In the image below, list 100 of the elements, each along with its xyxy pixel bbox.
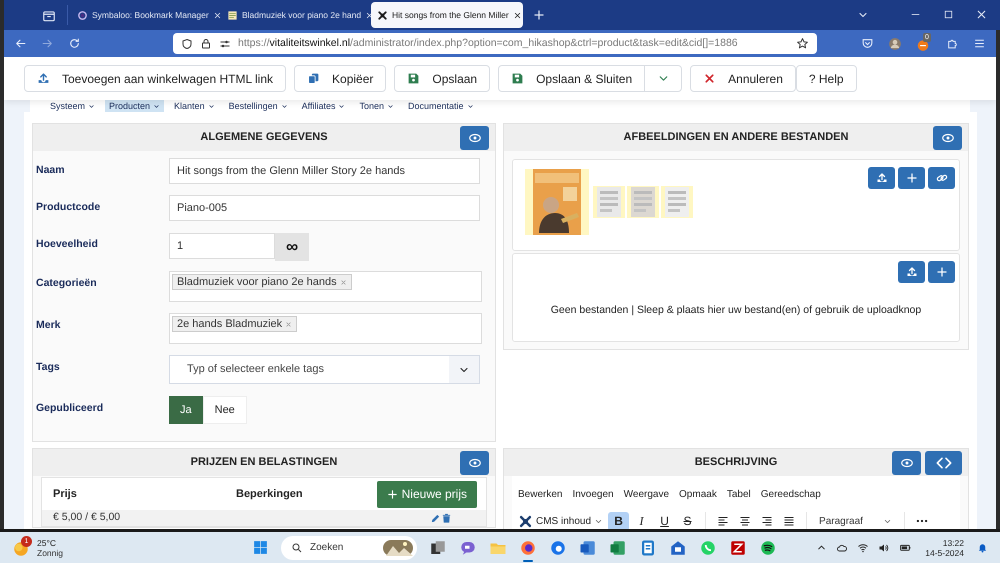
field-label: Merk (36, 318, 62, 333)
search-field[interactable]: Zoeken (281, 536, 417, 560)
toggle-option[interactable]: Nee (202, 396, 247, 424)
temperature-text: 25°C (37, 538, 57, 548)
plus-icon (906, 172, 918, 184)
add-button[interactable] (898, 167, 925, 189)
link-button[interactable] (928, 167, 955, 189)
menu-item[interactable]: Affiliates (298, 100, 350, 112)
remove-icon[interactable] (340, 278, 347, 286)
save-icon (407, 72, 420, 85)
toolbar-button[interactable]: Kopiëer (294, 65, 386, 92)
menu-item[interactable]: Systeem (46, 100, 100, 112)
remove-icon[interactable] (285, 320, 292, 328)
document-icon[interactable] (579, 538, 597, 556)
toggle-option[interactable]: Ja (169, 396, 203, 424)
toolbar-button[interactable]: Toevoegen aan winkelwagen HTML link (24, 65, 286, 92)
music-icon[interactable] (759, 538, 777, 556)
toolbar-button[interactable]: Annuleren (690, 65, 796, 92)
editor-menu-item[interactable]: Opmaak (679, 486, 717, 502)
reload-icon[interactable] (68, 37, 81, 50)
app-icon[interactable] (549, 538, 567, 556)
align-left-icon[interactable] (717, 515, 730, 527)
bookmark-star-icon[interactable] (796, 37, 809, 50)
eye-icon (468, 131, 482, 145)
toggle-view-button[interactable] (892, 451, 921, 475)
tablet-icon[interactable] (639, 538, 657, 556)
block-format-dropdown[interactable]: Paragraaf (813, 512, 898, 529)
tab-list-icon[interactable] (42, 9, 56, 23)
tags-select[interactable]: Typ of selecteer enkele tags (169, 355, 480, 384)
trash-icon[interactable] (441, 512, 452, 524)
menu-item[interactable]: Bestellingen (224, 100, 292, 112)
browser-tab[interactable]: Hit songs from the Glenn Miller (371, 2, 523, 28)
upload-icon (876, 172, 888, 184)
menu-icon[interactable] (973, 37, 986, 50)
file-drop-zone[interactable]: Geen bestanden | Sleep & plaats hier uw bestand(en) of gebruik de uploadknop (512, 253, 960, 342)
new-tab-icon[interactable] (533, 9, 545, 21)
avatar-icon[interactable] (888, 36, 902, 50)
cms-content-dropdown[interactable]: CMS inhoud (518, 514, 604, 528)
menu-item[interactable]: Klanten (170, 100, 219, 112)
notifications-icon[interactable] (977, 542, 988, 553)
format-button[interactable]: U (654, 512, 676, 529)
spreadsheet-icon[interactable] (609, 538, 627, 556)
format-button[interactable]: S (677, 512, 698, 529)
format-button[interactable]: I (631, 512, 652, 529)
caret-icon (208, 102, 215, 110)
clock-time: 13:22 (942, 538, 964, 548)
tag-input[interactable]: Bladmuziek voor piano 2e hands (169, 271, 482, 302)
input-field[interactable]: Piano-005 (169, 195, 480, 221)
field-label: Tags (36, 360, 61, 375)
upload-button[interactable] (898, 261, 925, 283)
align-right-icon[interactable] (761, 515, 774, 527)
upload-button[interactable] (868, 167, 895, 189)
file-transfer-icon[interactable] (729, 538, 747, 556)
input-field[interactable]: 1 (169, 233, 275, 259)
wifi-icon[interactable] (857, 542, 870, 554)
panel-title: ALGEMENE GEGEVENS (200, 130, 328, 146)
toggle-view-button[interactable] (460, 126, 489, 150)
close-icon[interactable] (212, 10, 222, 20)
menu-item[interactable]: Producten (105, 100, 164, 112)
volume-icon[interactable] (878, 542, 890, 554)
browser-icon[interactable] (519, 538, 537, 556)
editor-menu-item[interactable]: Tabel (726, 486, 751, 502)
back-icon[interactable] (14, 37, 27, 50)
address-bar[interactable]: https://vitaliteitswinkel.nl/administrator/index.php?option=com_hikashop&ctrl=product&task=edit&cid[]=1886 (173, 33, 817, 54)
align-center-icon[interactable] (739, 515, 752, 527)
lock-icon[interactable] (200, 38, 212, 50)
editor-menu-item[interactable]: Bewerken (518, 486, 562, 502)
format-button[interactable]: B (608, 512, 630, 529)
editor-menu-item[interactable]: Gereedschap (760, 486, 821, 502)
editor-menu-item[interactable]: Weergave (624, 486, 670, 502)
toolbar-button[interactable]: ? Help (796, 65, 857, 92)
close-icon[interactable] (512, 10, 522, 20)
toggle-view-button[interactable] (460, 451, 489, 475)
caret-icon (153, 102, 160, 110)
justify-icon[interactable] (783, 515, 796, 527)
unlimited-button[interactable]: ∞ (275, 233, 309, 261)
editor-menu-item[interactable]: Invoegen (572, 486, 614, 502)
pocket-icon[interactable] (861, 37, 874, 50)
url-text: https://vitaliteitswinkel.nl/administrator/index.php?option=com_hikashop&ctrl=product&task=edit&cid[]=1886 (238, 36, 739, 51)
close-icon[interactable] (975, 8, 988, 21)
code-view-button[interactable] (925, 451, 962, 475)
menu-item[interactable]: Documentatie (404, 100, 478, 112)
caret-icon (387, 102, 394, 110)
mail-icon[interactable] (669, 538, 687, 556)
menu-item[interactable]: Tonen (355, 100, 398, 112)
add-button[interactable] (928, 261, 955, 283)
input-field[interactable]: Hit songs from the Glenn Miller Story 2e hands (169, 158, 480, 184)
start-icon[interactable] (252, 539, 269, 556)
extensions-icon[interactable] (946, 37, 959, 50)
clock[interactable]: 13:22 14-5-2024 (925, 538, 964, 558)
caret-icon (466, 102, 474, 110)
maximize-icon[interactable] (942, 8, 955, 21)
toolbar-button[interactable]: Opslaan (394, 65, 490, 92)
toggle-view-button[interactable] (933, 126, 962, 150)
task-view-icon[interactable] (429, 538, 447, 556)
shield-icon[interactable] (181, 38, 193, 50)
browser-tab[interactable]: Symbaloo: Bookmark Manager (71, 2, 221, 28)
tag-input[interactable]: 2e hands Bladmuziek (169, 313, 482, 344)
new-price-button[interactable]: Nieuwe prijs (376, 480, 477, 508)
edit-icon[interactable] (430, 512, 441, 524)
